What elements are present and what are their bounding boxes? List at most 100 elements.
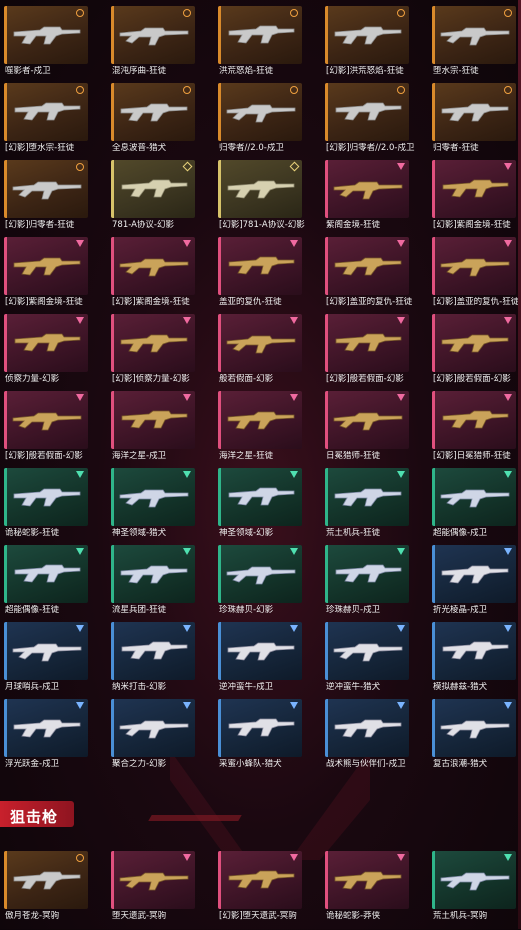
skin-thumbnail[interactable] xyxy=(325,6,409,64)
skin-thumbnail[interactable] xyxy=(4,851,88,909)
skin-thumbnail[interactable] xyxy=(325,391,409,449)
skin-card[interactable]: 傲月苍龙-冥驹 xyxy=(4,851,107,928)
skin-thumbnail[interactable] xyxy=(4,6,88,64)
skin-thumbnail[interactable] xyxy=(432,545,516,603)
skin-thumbnail[interactable] xyxy=(4,468,88,526)
skin-card[interactable]: 珍珠赫贝-戍卫 xyxy=(325,545,428,622)
skin-card[interactable]: 诡秘蛇影-莽侠 xyxy=(325,851,428,928)
skin-thumbnail[interactable] xyxy=(432,851,516,909)
skin-card[interactable]: 诡秘蛇影-狂徒 xyxy=(4,468,107,545)
skin-card[interactable]: 超能偶像-戍卫 xyxy=(432,468,521,545)
skin-card[interactable]: 采蜜小蜂队-猎犬 xyxy=(218,699,321,776)
skin-card[interactable]: 侦察力量-幻影 xyxy=(4,314,107,391)
skin-thumbnail[interactable] xyxy=(218,545,302,603)
skin-card[interactable]: [幻影]盖亚的复仇-狂徒 xyxy=(432,237,521,314)
skin-card[interactable]: [幻影]紫阁金境-狂徒 xyxy=(111,237,214,314)
skin-card[interactable]: 海洋之星-狂徒 xyxy=(218,391,321,468)
skin-thumbnail[interactable] xyxy=(218,160,302,218)
skin-thumbnail[interactable] xyxy=(4,160,88,218)
skin-thumbnail[interactable] xyxy=(111,699,195,757)
skin-card[interactable]: 聚合之力-幻影 xyxy=(111,699,214,776)
skin-thumbnail[interactable] xyxy=(111,391,195,449)
skin-thumbnail[interactable] xyxy=(111,160,195,218)
skin-card[interactable]: 战术熊与伙伴们-戍卫 xyxy=(325,699,428,776)
skin-card[interactable]: 海洋之星-戍卫 xyxy=(111,391,214,468)
skin-thumbnail[interactable] xyxy=(111,237,195,295)
skin-thumbnail[interactable] xyxy=(111,83,195,141)
skin-card[interactable]: 模拟赫兹-猎犬 xyxy=(432,622,521,699)
skin-thumbnail[interactable] xyxy=(432,160,516,218)
skin-card[interactable]: [幻影]侦察力量-幻影 xyxy=(111,314,214,391)
skin-card[interactable]: 纳米打击-幻影 xyxy=(111,622,214,699)
skin-card[interactable]: [幻影]归零者//2.0-戍卫 xyxy=(325,83,428,160)
skin-thumbnail[interactable] xyxy=(325,851,409,909)
skin-card[interactable]: 珍珠赫贝-幻影 xyxy=(218,545,321,622)
skin-card[interactable]: 逆冲蛮牛-戍卫 xyxy=(218,622,321,699)
skin-thumbnail[interactable] xyxy=(111,6,195,64)
skin-card[interactable]: 洪荒怒焰-狂徒 xyxy=(218,6,321,83)
skin-thumbnail[interactable] xyxy=(432,237,516,295)
skin-thumbnail[interactable] xyxy=(218,468,302,526)
skin-thumbnail[interactable] xyxy=(111,851,195,909)
skin-card[interactable]: 全息波普-猎犬 xyxy=(111,83,214,160)
skin-thumbnail[interactable] xyxy=(432,6,516,64)
skin-card[interactable]: 月球哨兵-戍卫 xyxy=(4,622,107,699)
skin-card[interactable]: 超能偶像-狂徒 xyxy=(4,545,107,622)
skin-thumbnail[interactable] xyxy=(4,622,88,680)
skin-card[interactable]: [幻影]般若假面-幻影 xyxy=(432,314,521,391)
skin-thumbnail[interactable] xyxy=(218,851,302,909)
skin-card[interactable]: 紫阁金境-狂徒 xyxy=(325,160,428,237)
skin-card[interactable]: 归零者-狂徒 xyxy=(432,83,521,160)
skin-card[interactable]: [幻影]堕天遗武-冥驹 xyxy=(218,851,321,928)
skin-thumbnail[interactable] xyxy=(432,468,516,526)
skin-card[interactable]: 日冕猎师-狂徒 xyxy=(325,391,428,468)
skin-thumbnail[interactable] xyxy=(325,160,409,218)
skin-thumbnail[interactable] xyxy=(325,622,409,680)
skin-card[interactable]: 荒土机兵-狂徒 xyxy=(325,468,428,545)
skin-card[interactable]: 归零者//2.0-戍卫 xyxy=(218,83,321,160)
skin-card[interactable]: 折光棱晶-戍卫 xyxy=(432,545,521,622)
skin-thumbnail[interactable] xyxy=(325,699,409,757)
skin-thumbnail[interactable] xyxy=(218,314,302,372)
skin-card[interactable]: 盖亚的复仇-狂徒 xyxy=(218,237,321,314)
skin-thumbnail[interactable] xyxy=(432,314,516,372)
skin-thumbnail[interactable] xyxy=(218,699,302,757)
skin-card[interactable]: 堕水宗-狂徒 xyxy=(432,6,521,83)
skin-thumbnail[interactable] xyxy=(111,622,195,680)
skin-thumbnail[interactable] xyxy=(325,83,409,141)
skin-card[interactable]: 荒土机兵-冥驹 xyxy=(432,851,521,928)
skin-card[interactable]: 流星兵团-狂徒 xyxy=(111,545,214,622)
skin-card[interactable]: [幻影]归零者-狂徒 xyxy=(4,160,107,237)
skin-thumbnail[interactable] xyxy=(111,468,195,526)
skin-card[interactable]: 堕天遗武-冥驹 xyxy=(111,851,214,928)
skin-card[interactable]: 浮光跃金-戍卫 xyxy=(4,699,107,776)
skin-thumbnail[interactable] xyxy=(325,314,409,372)
skin-card[interactable]: [幻影]781-A协议-幻影 xyxy=(218,160,321,237)
skin-thumbnail[interactable] xyxy=(4,237,88,295)
skin-thumbnail[interactable] xyxy=(432,699,516,757)
skin-card[interactable]: 神圣领域-幻影 xyxy=(218,468,321,545)
skin-thumbnail[interactable] xyxy=(4,699,88,757)
skin-card[interactable]: 神圣领域-猎犬 xyxy=(111,468,214,545)
skin-card[interactable]: [幻影]般若假面-幻影 xyxy=(4,391,107,468)
skin-card[interactable]: 781-A协议-幻影 xyxy=(111,160,214,237)
skin-thumbnail[interactable] xyxy=(325,468,409,526)
skin-thumbnail[interactable] xyxy=(325,545,409,603)
skin-thumbnail[interactable] xyxy=(218,237,302,295)
skin-thumbnail[interactable] xyxy=(4,391,88,449)
skin-card[interactable]: [幻影]般若假面-幻影 xyxy=(325,314,428,391)
skin-thumbnail[interactable] xyxy=(111,545,195,603)
skin-card[interactable]: 噬影者-戍卫 xyxy=(4,6,107,83)
skin-card[interactable]: [幻影]紫阁金境-狂徒 xyxy=(432,160,521,237)
skin-card[interactable]: [幻影]紫阁金境-狂徒 xyxy=(4,237,107,314)
skin-card[interactable]: 逆冲蛮牛-猎犬 xyxy=(325,622,428,699)
skin-thumbnail[interactable] xyxy=(4,83,88,141)
skin-thumbnail[interactable] xyxy=(4,545,88,603)
skin-card[interactable]: [幻影]堕水宗-狂徒 xyxy=(4,83,107,160)
skin-card[interactable]: 般若假面-幻影 xyxy=(218,314,321,391)
skin-card[interactable]: 复古浪潮-猎犬 xyxy=(432,699,521,776)
skin-thumbnail[interactable] xyxy=(111,314,195,372)
skin-card[interactable]: 混沌序曲-狂徒 xyxy=(111,6,214,83)
skin-card[interactable]: [幻影]盖亚的复仇-狂徒 xyxy=(325,237,428,314)
skin-card[interactable]: [幻影]洪荒怒焰-狂徒 xyxy=(325,6,428,83)
